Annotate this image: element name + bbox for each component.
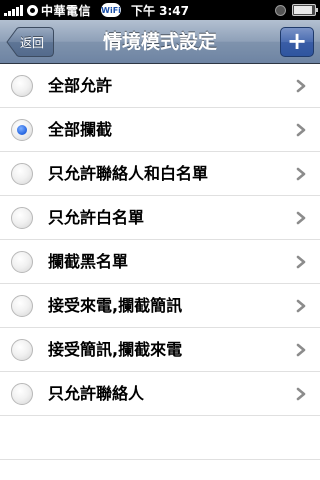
radio-unselected-icon[interactable] [11,295,33,317]
chevron-right-icon[interactable] [294,255,308,269]
add-button[interactable]: + [280,27,314,57]
battery-icon [292,4,318,16]
page-title: 情境模式設定 [102,31,217,53]
radio-unselected-icon[interactable] [11,383,33,405]
list-item-label: 只允許聯絡人和白名單 [48,164,209,183]
list-item[interactable]: 攔截黑名單 [0,240,320,284]
chevron-right-icon[interactable] [294,211,308,225]
status-bar: 中華電信 WiFi 下午 3:47 [0,0,320,20]
alarm-icon [275,4,286,16]
list-item-label: 只允許聯絡人 [48,384,145,403]
navigation-bar: 返回 情境模式設定 + [0,20,320,64]
chevron-right-icon[interactable] [294,123,308,137]
chevron-right-icon[interactable] [294,387,308,401]
chevron-right-icon[interactable] [294,79,308,93]
radio-unselected-icon[interactable] [11,339,33,361]
radio-unselected-icon[interactable] [11,251,33,273]
list-item-label: 全部攔截 [48,120,113,139]
list-item[interactable]: 接受來電,攔截簡訊 [0,284,320,328]
list-item[interactable]: 只允許聯絡人和白名單 [0,152,320,196]
back-button-label: 返回 [20,36,45,50]
list-item-label: 只允許白名單 [48,208,145,227]
back-button[interactable]: 返回 [6,27,54,57]
list-item[interactable]: 只允許白名單 [0,196,320,240]
list-item-label: 接受簡訊,攔截來電 [48,340,183,359]
list-item[interactable]: 只允許聯絡人 [0,372,320,416]
chevron-right-icon[interactable] [294,167,308,181]
list-item-label: 攔截黑名單 [48,252,129,271]
battery-fill [294,6,312,14]
list-item[interactable]: 接受簡訊,攔截來電 [0,328,320,372]
signal-icon [4,4,23,16]
list-item[interactable]: 全部允許 [0,64,320,108]
plus-icon: + [286,27,308,55]
carrier-name: 中華電信 [41,3,92,18]
list-item-label: 接受來電,攔截簡訊 [48,296,183,315]
chevron-right-icon[interactable] [294,299,308,313]
wifi-icon: WiFi [101,3,122,17]
radio-selected-icon[interactable] [11,119,33,141]
wifi-label: WiFi [101,5,121,15]
carrier-icon [27,4,38,16]
chevron-right-icon[interactable] [294,343,308,357]
radio-unselected-icon[interactable] [11,75,33,97]
list-item-label: 全部允許 [48,76,113,95]
list-item[interactable]: 全部攔截 [0,108,320,152]
mode-list: 全部允許全部攔截只允許聯絡人和白名單 只允許白名單 攔截黑名單接受來電,攔截簡訊 接受… [0,64,320,416]
empty-row [0,416,320,460]
radio-unselected-icon[interactable] [11,163,33,185]
radio-unselected-icon[interactable] [11,207,33,229]
